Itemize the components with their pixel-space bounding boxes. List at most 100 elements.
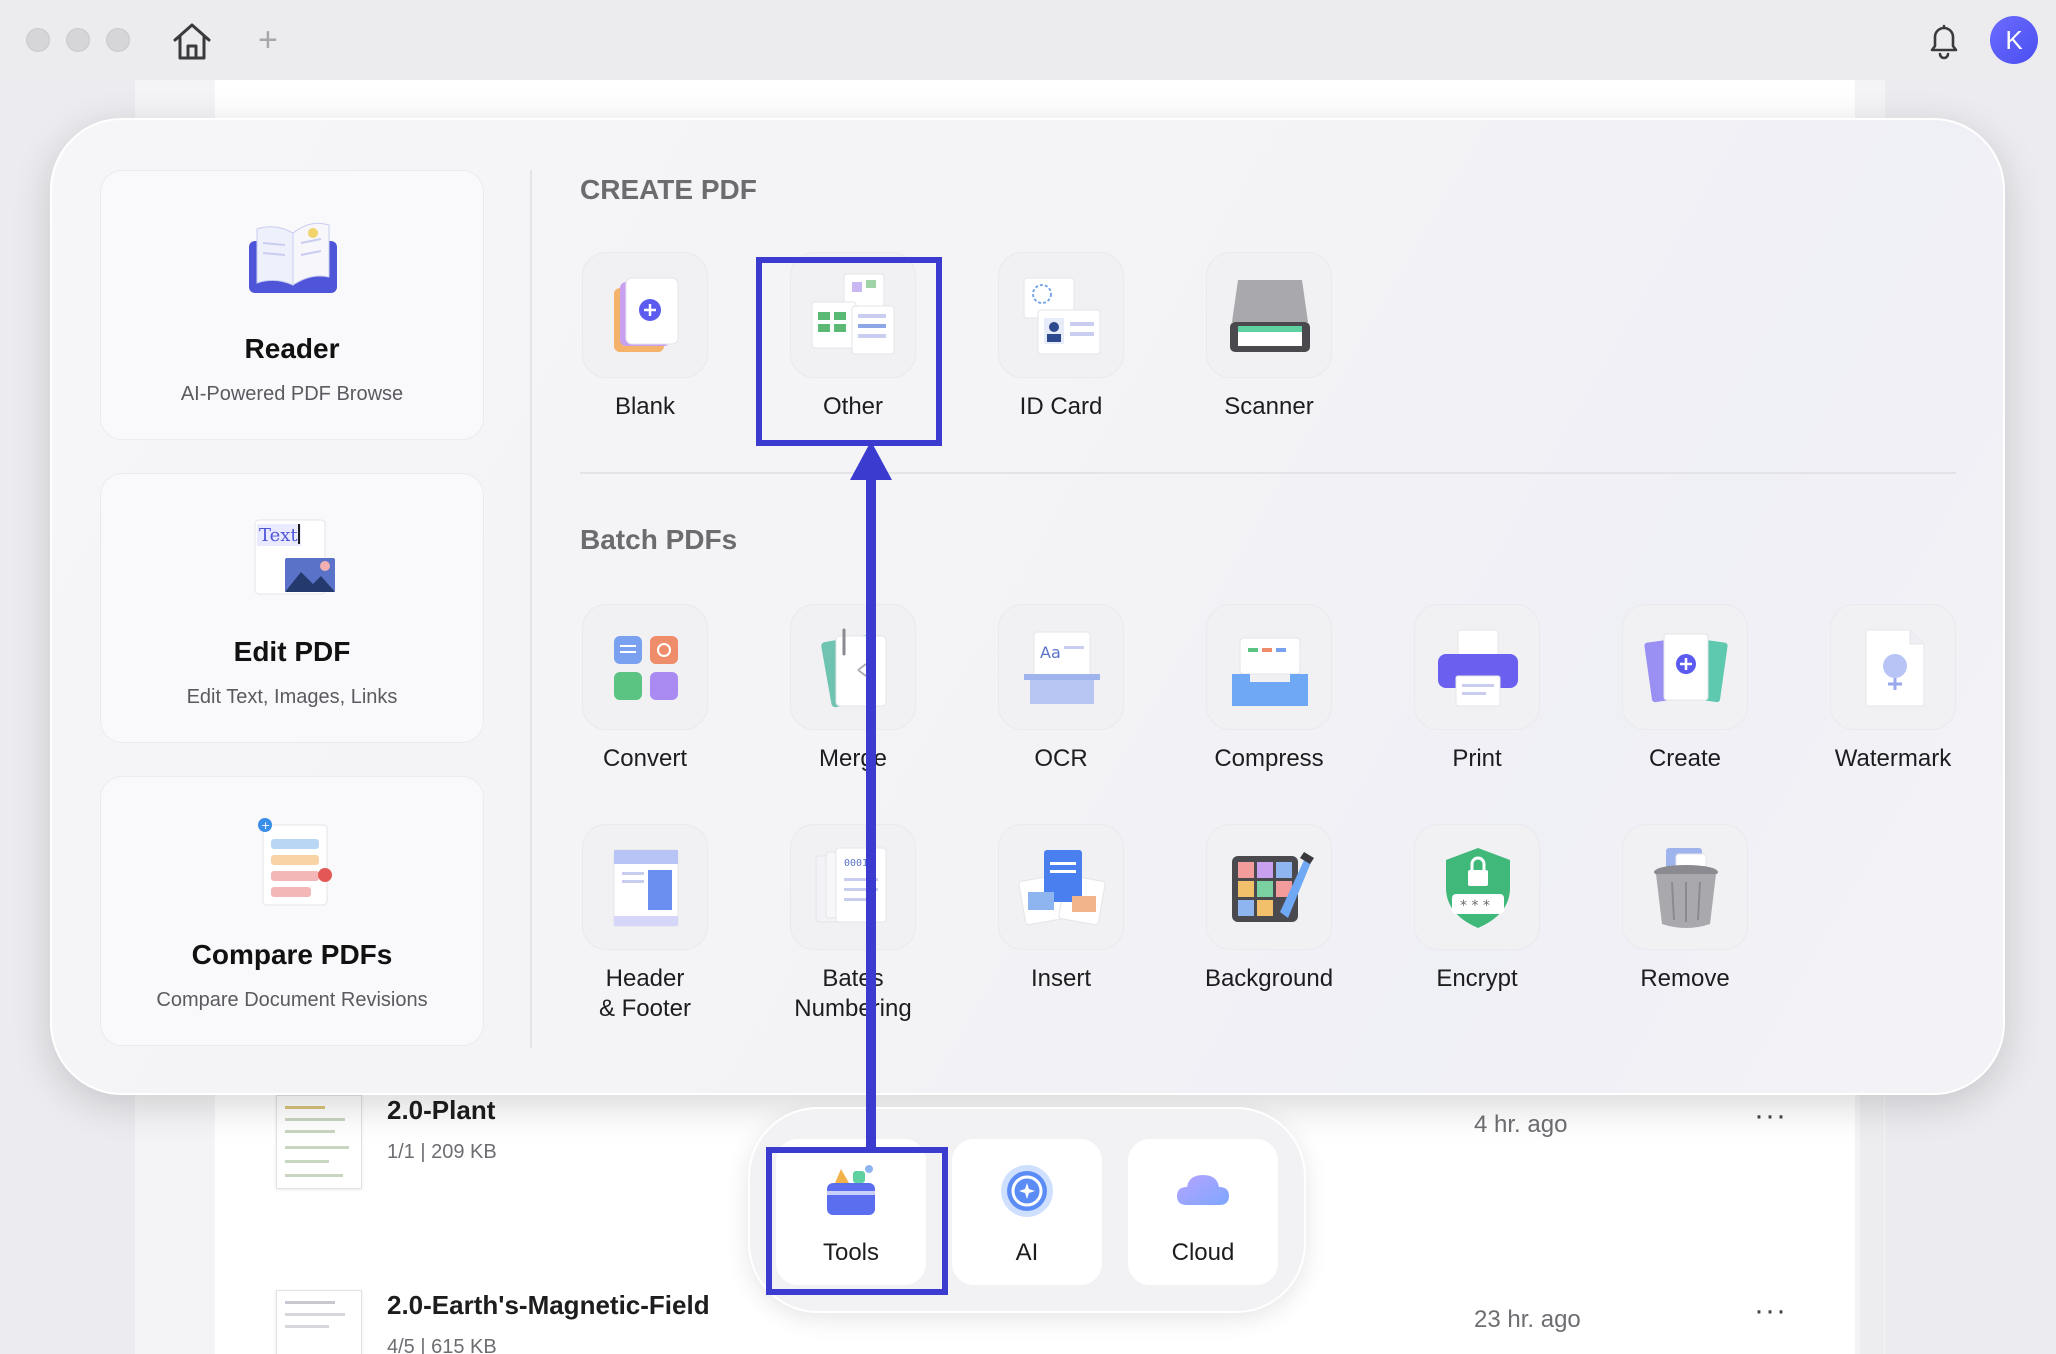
tool-ocr[interactable]: Aa OCR [966, 604, 1156, 784]
file-name: 2.0-Earth's-Magnetic-Field [387, 1290, 710, 1320]
edit-text-image-icon: Text [254, 519, 335, 595]
title-bar: + K [0, 0, 2056, 80]
card-title: Edit PDF [233, 636, 351, 667]
svg-text:* * *: * * * [1460, 898, 1490, 914]
tool-compress[interactable]: Compress [1174, 604, 1364, 784]
scanner-icon [1230, 280, 1310, 352]
svg-text:+: + [261, 819, 270, 832]
file-meta: 1/1 | 209 KB [387, 1141, 497, 1163]
merge-icon [821, 628, 887, 708]
tool-label: Background [1204, 965, 1334, 992]
home-icon[interactable] [170, 20, 214, 62]
svg-text:Aa: Aa [1040, 643, 1061, 662]
tool-scanner[interactable]: Scanner [1174, 252, 1364, 432]
book-icon [249, 222, 337, 293]
bates-numbering-icon: 0001 [815, 847, 887, 923]
section-title-batch-pdfs: Batch PDFs [580, 524, 738, 555]
card-subtitle: Compare Document Revisions [156, 989, 428, 1011]
file-thumbnail [276, 1290, 362, 1354]
tool-label: Remove [1640, 965, 1730, 992]
convert-icon [614, 636, 678, 700]
tool-label-line2: & Footer [598, 995, 692, 1022]
svg-text:0001: 0001 [844, 858, 868, 869]
tool-print[interactable]: Print [1382, 604, 1572, 784]
remove-icon [1654, 848, 1718, 928]
tool-label: Scanner [1224, 393, 1314, 420]
panel-divider [530, 170, 532, 1048]
tool-label: Encrypt [1436, 965, 1518, 992]
reader-card[interactable]: Reader AI-Powered PDF Browse [100, 170, 484, 440]
tool-label: Header & Footer [550, 964, 740, 1024]
cloud-icon [1177, 1175, 1229, 1205]
ai-icon [1001, 1165, 1053, 1217]
tool-encrypt[interactable]: * * * Encrypt [1382, 824, 1572, 1004]
zoom-icon[interactable] [106, 28, 130, 52]
tool-label-line1: Bates [822, 965, 884, 992]
tool-bates-numbering[interactable]: 0001 Bates Numbering [758, 824, 948, 1022]
highlight-box-tools [766, 1147, 948, 1295]
encrypt-icon: * * * [1446, 848, 1510, 928]
plus-icon[interactable]: + [258, 22, 278, 58]
tool-label: Blank [614, 393, 676, 420]
highlight-box-other [756, 257, 942, 446]
tools-panel: Reader AI-Powered PDF Browse Text Edit P… [50, 118, 2005, 1095]
tool-blank[interactable]: Blank [550, 252, 740, 432]
section-divider [580, 472, 1956, 474]
tool-label: Bates Numbering [758, 964, 948, 1024]
card-title: Reader [244, 333, 340, 364]
more-icon[interactable]: ··· [1754, 1294, 1787, 1328]
dock-cloud-button[interactable]: Cloud [1128, 1139, 1278, 1285]
tool-label: Create [1648, 745, 1722, 772]
tool-label: Compress [1214, 745, 1324, 772]
file-time: 4 hr. ago [1474, 1111, 1568, 1138]
file-name: 2.0-Plant [387, 1095, 496, 1125]
tool-merge[interactable]: Merge [758, 604, 948, 784]
tool-label-line1: Header [605, 965, 685, 992]
tool-background[interactable]: Background [1174, 824, 1364, 1004]
tool-label: ID Card [1019, 393, 1103, 420]
tool-label: Watermark [1834, 745, 1952, 772]
bell-icon[interactable] [1924, 20, 1964, 62]
card-subtitle: Edit Text, Images, Links [186, 686, 398, 708]
tool-label: OCR [1034, 745, 1088, 772]
watermark-icon [1865, 629, 1925, 707]
tool-id-card[interactable]: ID Card [966, 252, 1156, 432]
dock-label: AI [1015, 1239, 1039, 1266]
dock-ai-button[interactable]: AI [952, 1139, 1102, 1285]
minimize-icon[interactable] [66, 28, 90, 52]
compare-pdfs-card[interactable]: + Compare PDFs Compare Document Revision… [100, 776, 484, 1046]
compare-icon: + [258, 818, 332, 906]
tool-create[interactable]: Create [1590, 604, 1780, 784]
blank-page-icon [614, 277, 679, 352]
insert-icon [1018, 850, 1106, 926]
id-card-icon [1023, 277, 1101, 355]
tool-watermark[interactable]: Watermark [1798, 604, 1988, 784]
tool-label: Convert [602, 745, 688, 772]
tool-label: Merge [818, 745, 888, 772]
tool-header-footer[interactable]: Header & Footer [550, 824, 740, 1022]
scrollbar[interactable] [1860, 1090, 1884, 1354]
close-icon[interactable] [26, 28, 50, 52]
tool-label: Print [1452, 745, 1502, 772]
file-time: 23 hr. ago [1474, 1306, 1581, 1333]
tool-label: Insert [1030, 965, 1092, 992]
svg-text:Text: Text [259, 525, 298, 546]
compress-icon [1232, 637, 1308, 706]
tool-convert[interactable]: Convert [550, 604, 740, 784]
tool-insert[interactable]: Insert [966, 824, 1156, 1004]
print-icon [1438, 629, 1518, 707]
ocr-icon: Aa [1024, 631, 1100, 704]
card-title: Compare PDFs [191, 939, 393, 970]
avatar[interactable]: K [1990, 16, 2038, 64]
header-footer-icon [613, 849, 679, 927]
create-icon [1644, 633, 1728, 703]
card-subtitle: AI-Powered PDF Browse [180, 383, 404, 405]
file-thumbnail [276, 1095, 362, 1189]
tool-label-line2: Numbering [794, 995, 912, 1022]
file-meta: 4/5 | 615 KB [387, 1336, 497, 1354]
section-title-create-pdf: CREATE PDF [580, 174, 757, 205]
background-icon [1232, 852, 1314, 922]
more-icon[interactable]: ··· [1754, 1099, 1787, 1133]
edit-pdf-card[interactable]: Text Edit PDF Edit Text, Images, Links [100, 473, 484, 743]
tool-remove[interactable]: Remove [1590, 824, 1780, 1004]
